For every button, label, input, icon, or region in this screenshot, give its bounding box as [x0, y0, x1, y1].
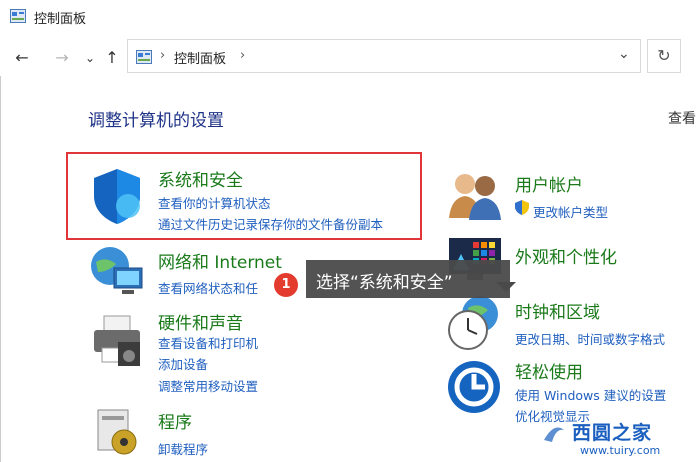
up-button[interactable]: ↑ — [102, 48, 122, 68]
breadcrumb-separator[interactable]: › — [240, 48, 245, 63]
category-hardware-sound[interactable]: 硬件和声音 — [158, 309, 243, 334]
watermark-site-name: 西圆之家 — [572, 422, 653, 444]
watermark-logo-icon — [544, 427, 564, 442]
link-network-status[interactable]: 查看网络状态和任 — [158, 278, 258, 297]
link-windows-suggested-settings[interactable]: 使用 Windows 建议的设置 — [515, 385, 666, 404]
link-add-device[interactable]: 添加设备 — [158, 354, 208, 373]
ease-of-access-icon — [448, 361, 500, 413]
highlight-box — [66, 152, 422, 240]
uac-shield-icon — [515, 200, 529, 215]
title-bar: 控制面板 — [0, 0, 700, 32]
link-devices-printers[interactable]: 查看设备和打印机 — [158, 333, 258, 352]
network-globe-icon — [91, 247, 143, 294]
window-title: 控制面板 — [34, 12, 87, 27]
address-dropdown-button[interactable]: ⌄ — [618, 46, 630, 62]
refresh-button[interactable]: ↻ — [647, 39, 681, 73]
link-uninstall-program[interactable]: 卸载程序 — [158, 439, 208, 458]
breadcrumb-control-panel[interactable]: 控制面板 — [174, 48, 226, 67]
back-button[interactable]: ← — [12, 48, 32, 68]
page-title: 调整计算机的设置 — [88, 111, 224, 131]
tooltip-arrow — [496, 282, 516, 292]
link-change-date-time-format[interactable]: 更改日期、时间或数字格式 — [515, 329, 665, 348]
control-panel-icon — [10, 9, 26, 23]
navigation-bar: ← → ⌄ ↑ › 控制面板 › ⌄ ↻ — [0, 38, 700, 76]
address-bar[interactable]: › 控制面板 › ⌄ — [127, 39, 641, 73]
user-accounts-icon — [449, 174, 501, 220]
category-user-accounts[interactable]: 用户帐户 — [515, 171, 583, 196]
recent-locations-button[interactable]: ⌄ — [80, 48, 100, 68]
category-appearance[interactable]: 外观和个性化 — [515, 243, 617, 268]
category-network-internet[interactable]: 网络和 Internet — [158, 248, 282, 273]
clock-globe-icon — [448, 296, 498, 350]
control-panel-icon — [136, 50, 152, 64]
annotation-tooltip: 选择“系统和安全” — [306, 260, 510, 298]
printer-icon — [94, 315, 140, 366]
link-mobility-settings[interactable]: 调整常用移动设置 — [158, 376, 258, 395]
forward-button[interactable]: → — [52, 48, 72, 68]
category-clock-region[interactable]: 时钟和区域 — [515, 298, 600, 323]
watermark-url: www.tuiry.com — [580, 444, 661, 457]
view-by-label[interactable]: 查看 — [668, 108, 696, 128]
category-programs[interactable]: 程序 — [158, 408, 192, 433]
breadcrumb-separator[interactable]: › — [160, 48, 165, 63]
step-badge: 1 — [272, 271, 300, 299]
link-change-account-type[interactable]: 更改帐户类型 — [533, 202, 608, 221]
category-ease-of-access[interactable]: 轻松使用 — [515, 358, 583, 383]
window-border — [0, 76, 1, 462]
programs-icon — [97, 409, 137, 455]
annotation-text: 选择“系统和安全” — [316, 273, 453, 293]
